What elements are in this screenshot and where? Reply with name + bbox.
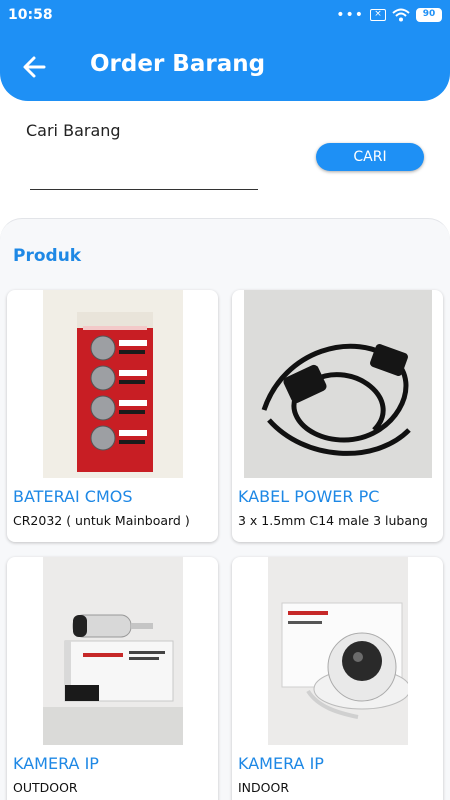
product-description: OUTDOOR [13,780,78,795]
more-dots-icon: ••• [336,7,364,23]
product-name: KAMERA IP [238,754,324,773]
product-card[interactable]: KABEL POWER PC 3 x 1.5mm C14 male 3 luba… [232,290,443,542]
product-image [7,290,218,478]
product-card[interactable]: KAMERA IP OUTDOOR [7,557,218,800]
product-card[interactable]: BATERAI CMOS CR2032 ( untuk Mainboard ) [7,290,218,542]
power-cable-photo-icon [243,290,432,478]
product-image [7,557,218,745]
search-label: Cari Barang [26,121,121,140]
back-arrow-icon[interactable] [20,52,50,82]
search-input[interactable] [30,160,258,190]
product-name: KABEL POWER PC [238,487,380,506]
section-title: Produk [13,246,82,266]
search-button[interactable]: CARI [316,143,424,171]
product-name: BATERAI CMOS [13,487,133,506]
status-icons: ••• × 90 [336,8,442,22]
product-name: KAMERA IP [13,754,99,773]
status-time: 10:58 [8,7,53,23]
battery-icon: 90 [416,8,442,22]
page-title: Order Barang [90,51,266,77]
product-description: INDOOR [238,780,290,795]
product-image [232,290,443,478]
battery-photo-icon [42,290,183,478]
app-header: 10:58 ••• × 90 Order Barang [0,0,450,101]
dome-camera-photo-icon [267,557,408,745]
product-description: CR2032 ( untuk Mainboard ) [13,513,190,528]
wifi-icon [392,8,410,22]
product-description: 3 x 1.5mm C14 male 3 lubang [238,513,428,528]
status-bar: 10:58 ••• × 90 [0,0,450,32]
no-sim-icon: × [370,9,386,21]
bullet-camera-photo-icon [42,557,183,745]
product-card[interactable]: KAMERA IP INDOOR [232,557,443,800]
product-image [232,557,443,745]
